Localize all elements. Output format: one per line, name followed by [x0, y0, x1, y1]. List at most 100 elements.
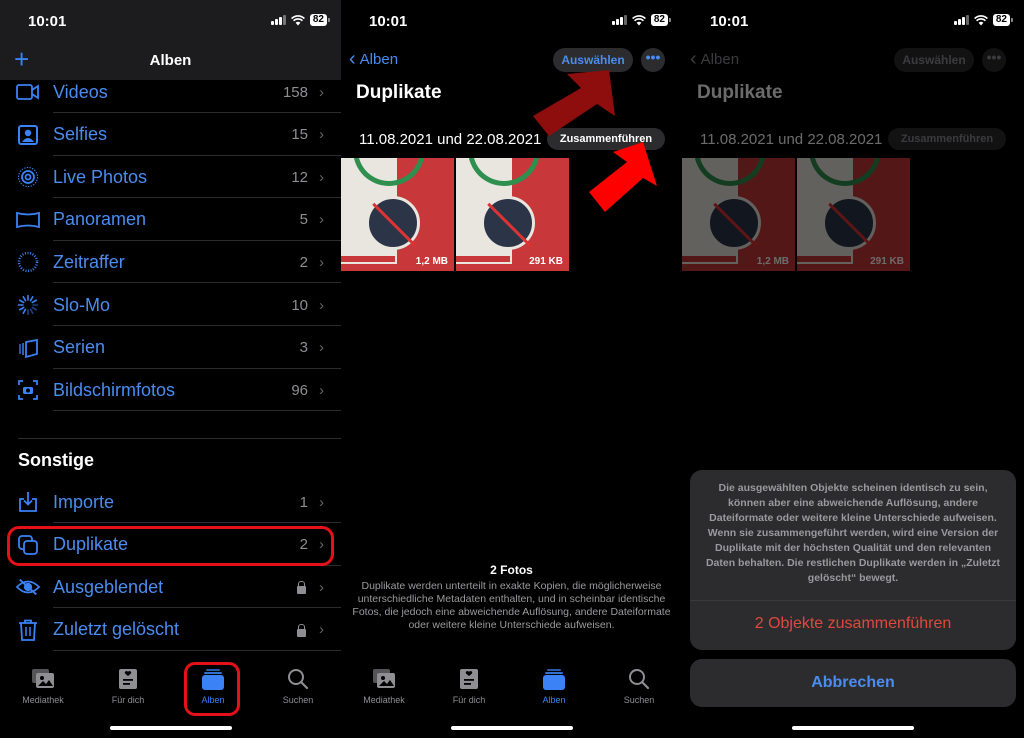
tab-mediathek[interactable]: Mediathek — [349, 668, 419, 705]
screenshot-icon — [16, 378, 40, 402]
slomo-icon — [16, 293, 40, 317]
album-label: Selfies — [53, 124, 108, 145]
chevron-right-icon: › — [319, 168, 324, 186]
album-count: 2 — [299, 253, 308, 271]
album-count: 15 — [291, 126, 308, 144]
album-count: 96 — [291, 381, 308, 399]
chevron-right-icon: › — [319, 621, 324, 639]
row-divider — [53, 649, 341, 651]
duplicate-thumbnails: 1,2 MB 291 KB — [341, 158, 569, 271]
album-row-importe[interactable]: Importe 1 › — [0, 481, 341, 523]
tab-alben[interactable]: Alben — [519, 668, 589, 705]
album-count: 5 — [299, 211, 308, 229]
page-title: Alben — [149, 52, 192, 69]
chevron-right-icon: › — [319, 83, 324, 101]
album-row-videos[interactable]: Videos 158 › — [0, 71, 341, 113]
album-label: Zeitraffer — [53, 251, 125, 272]
album-count: 12 — [291, 168, 308, 186]
album-row-panoramen[interactable]: Panoramen 5 › — [0, 199, 341, 241]
chevron-right-icon: › — [319, 253, 324, 271]
home-indicator — [792, 726, 914, 730]
chevron-right-icon: › — [319, 126, 324, 144]
album-row-bildschirmfotos[interactable]: Bildschirmfotos 96 › — [0, 369, 341, 412]
section-title-other: Sonstige — [18, 450, 95, 470]
hidden-icon — [16, 575, 40, 599]
for-you-icon — [434, 668, 504, 690]
live-photo-icon — [16, 165, 40, 189]
album-count: 3 — [299, 339, 308, 357]
tab-label: Mediathek — [22, 695, 64, 705]
burst-icon — [16, 336, 40, 360]
tab-label: Suchen — [623, 695, 655, 705]
album-count: 158 — [282, 83, 308, 101]
album-row-serien[interactable]: Serien 3 › — [0, 327, 341, 369]
tab-label: Alben — [542, 695, 566, 705]
select-button: Auswählen — [894, 48, 974, 72]
album-row-slo-mo[interactable]: Slo-Mo 10 › — [0, 284, 341, 326]
cancel-button[interactable]: Abbrechen — [690, 659, 1016, 707]
duplicates-description: Duplikate werden unterteilt in exakte Ko… — [352, 580, 671, 631]
back-button[interactable]: ‹ Alben — [349, 48, 398, 70]
tab-suchen[interactable]: Suchen — [263, 668, 333, 705]
album-row-ausgeblendet[interactable]: Ausgeblendet › — [0, 566, 341, 609]
annotation-highlight-albums-tab — [184, 662, 240, 716]
for-you-icon — [93, 668, 163, 690]
photo-file-size: 291 KB — [529, 256, 563, 267]
tab-mediathek[interactable]: Mediathek — [8, 668, 78, 705]
status-time: 10:01 — [710, 13, 749, 30]
search-icon — [604, 668, 674, 690]
battery-indicator: 82 — [650, 14, 672, 26]
tab-suchen[interactable]: Suchen — [604, 668, 674, 705]
home-indicator — [109, 726, 232, 730]
album-row-selfies[interactable]: Selfies 15 › — [0, 114, 341, 156]
album-label: Live Photos — [53, 166, 148, 187]
page-title: Duplikate — [356, 82, 442, 103]
album-row-live-photos[interactable]: Live Photos 12 › — [0, 156, 341, 199]
photo-thumbnail[interactable]: 291 KB — [456, 158, 569, 271]
chevron-left-icon: ‹ — [349, 48, 356, 70]
page-title: Duplikate — [697, 82, 783, 103]
timelapse-icon — [16, 250, 40, 274]
chevron-right-icon: › — [319, 493, 324, 511]
library-icon — [349, 668, 419, 690]
tab-label: Für dich — [452, 695, 486, 705]
search-icon — [263, 668, 333, 690]
panorama-icon — [16, 208, 40, 232]
tab-für-dich[interactable]: Für dich — [93, 668, 163, 705]
duplicates-screen: 10:01 82 ‹ Alben Auswählen ••• Duplikate… — [341, 0, 682, 738]
duplicate-group-dates: 11.08.2021 und 22.08.2021 — [359, 131, 542, 148]
photo-file-size: 1,2 MB — [415, 256, 448, 267]
albums-icon — [519, 668, 589, 690]
chevron-right-icon: › — [319, 578, 324, 596]
selfie-icon — [16, 123, 40, 147]
cellular-signal-icon — [270, 15, 286, 25]
status-bar: 10:01 82 — [682, 0, 1024, 42]
photo-sign — [366, 196, 420, 250]
album-count: 10 — [291, 296, 308, 314]
chevron-right-icon: › — [319, 211, 324, 229]
duplicate-thumbnails: 1,2 MB 291 KB — [682, 158, 910, 271]
merge-button: Zusammenführen — [888, 128, 1006, 150]
photo-file-size: 291 KB — [870, 256, 904, 267]
more-options-button[interactable]: ••• — [641, 48, 665, 72]
album-row-zeitraffer[interactable]: Zeitraffer 2 › — [0, 241, 341, 284]
chevron-right-icon: › — [319, 296, 324, 314]
photo-thumbnail[interactable]: 1,2 MB — [682, 158, 795, 271]
library-icon — [8, 668, 78, 690]
lock-icon — [297, 623, 306, 637]
confirm-merge-button[interactable]: 2 Objekte zusammenführen — [690, 615, 1016, 633]
battery-indicator: 82 — [309, 14, 331, 26]
chevron-right-icon: › — [319, 381, 324, 399]
photo-thumbnail[interactable]: 291 KB — [797, 158, 910, 271]
cellular-signal-icon — [953, 15, 969, 25]
photo-thumbnail[interactable]: 1,2 MB — [341, 158, 454, 271]
tab-für-dich[interactable]: Für dich — [434, 668, 504, 705]
chevron-left-icon: ‹ — [690, 48, 697, 70]
wifi-icon — [973, 14, 988, 25]
tab-label: Suchen — [282, 695, 314, 705]
album-count: 1 — [299, 493, 308, 511]
status-bar: 10:01 82 — [341, 0, 682, 42]
tab-label: Für dich — [111, 695, 145, 705]
album-row-zuletzt-gelöscht[interactable]: Zuletzt gelöscht › — [0, 609, 341, 651]
merge-confirmation-screen: 10:01 82 ‹ Alben Auswählen ••• Duplikate… — [682, 0, 1024, 738]
